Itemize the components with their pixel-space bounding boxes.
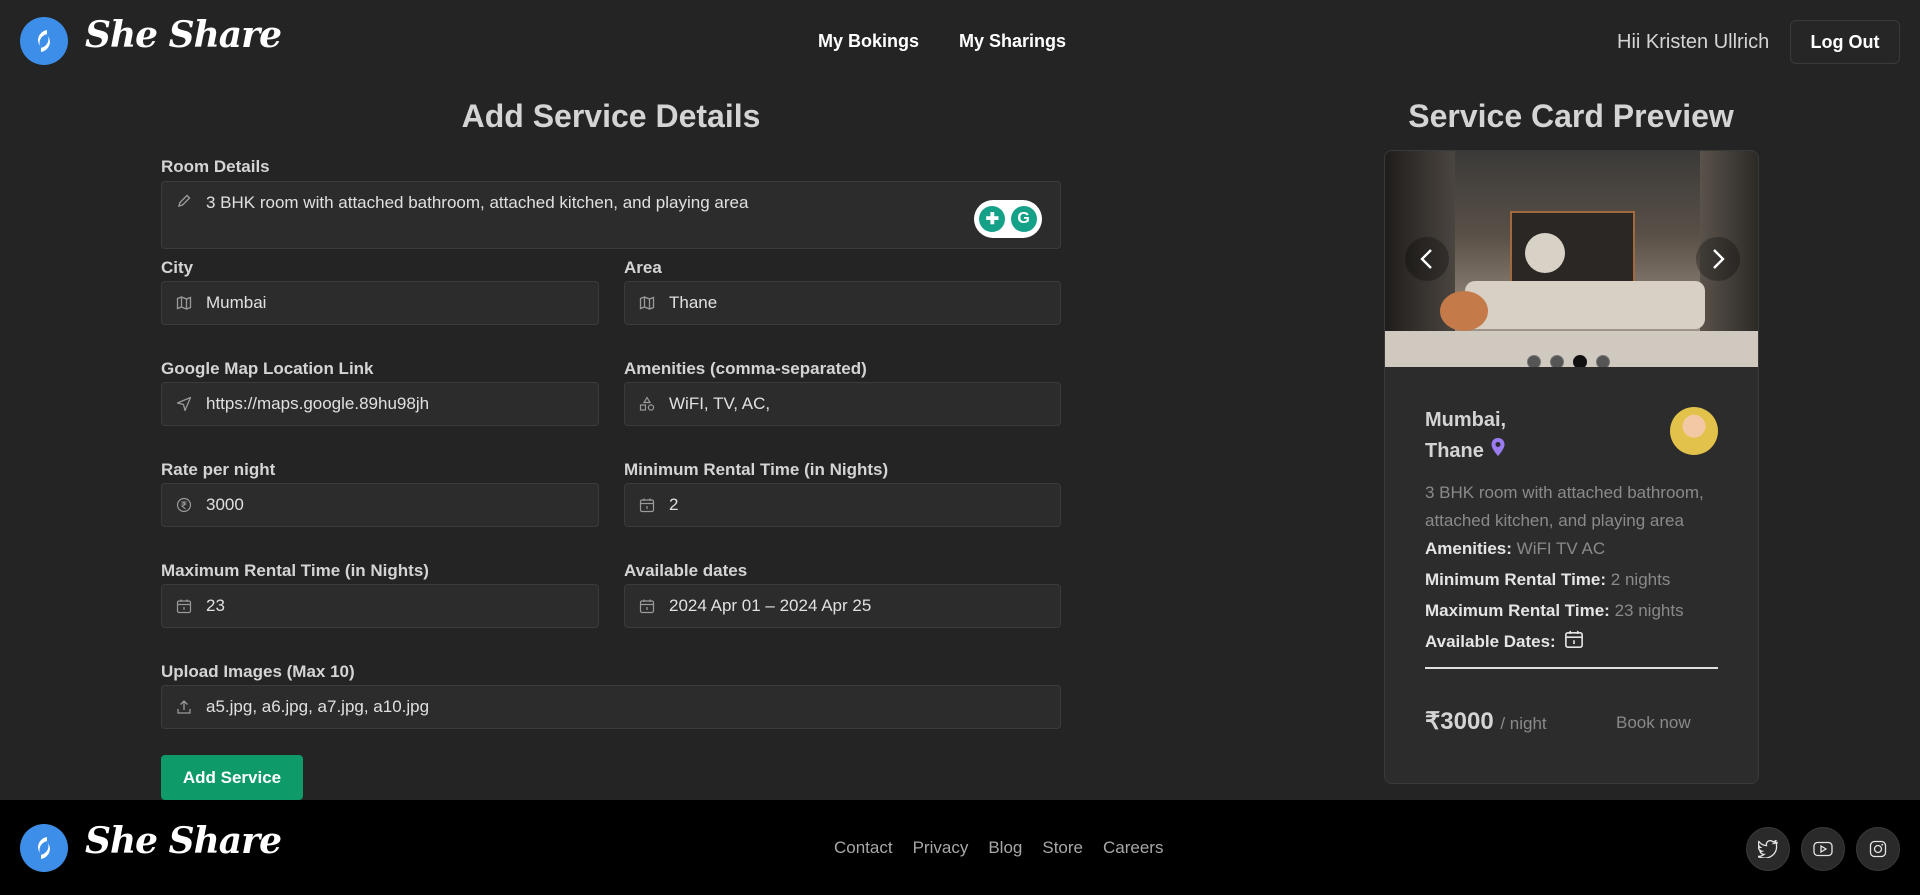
location-pin-icon [1490,436,1506,467]
bulb-icon[interactable]: ✚ [979,206,1006,232]
chevron-right-icon[interactable] [1696,237,1740,281]
max-rental-value: 23 [206,596,225,615]
youtube-icon[interactable] [1801,827,1845,871]
carousel-dot[interactable] [1550,355,1564,367]
nav-my-bookings[interactable]: My Bokings [818,31,919,52]
card-min-rental: Minimum Rental Time: 2 nights [1425,570,1671,589]
card-description: 3 BHK room with attached bathroom, attac… [1425,483,1704,530]
preview-title: Service Card Preview [1408,98,1734,134]
room-details-label: Room Details [161,157,270,176]
max-rental-field[interactable]: 23 [161,584,599,628]
main-nav: My Bokings My Sharings [818,31,1066,52]
card-area: Thane [1425,440,1484,462]
amenities-field[interactable]: WiFI, TV, AC, [624,382,1061,426]
images-label: Upload Images (Max 10) [161,662,355,681]
footer-link-careers[interactable]: Careers [1103,838,1163,858]
footer-links: Contact Privacy Blog Store Careers [834,838,1163,858]
footer: She Share Contact Privacy Blog Store Car… [0,800,1920,895]
amenities-label: Amenities (comma-separated) [624,359,867,378]
room-image [1385,151,1758,367]
room-details-value: 3 BHK room with attached bathroom, attac… [206,193,749,212]
city-value: Mumbai [206,293,267,312]
card-location: Mumbai, Thane [1425,405,1506,467]
dates-field[interactable]: 2024 Apr 01 – 2024 Apr 25 [624,584,1061,628]
rupee-icon [176,497,192,513]
header: She Share My Bokings My Sharings Hii Kri… [0,0,1920,84]
logo-icon[interactable] [20,17,68,65]
grammarly-widget[interactable]: ✚ G [974,200,1042,238]
city-field[interactable]: Mumbai [161,281,599,325]
logo-icon[interactable] [20,824,68,872]
card-divider [1425,667,1718,669]
map-link-value: https://maps.google.89hu98jh [206,394,430,413]
calendar-icon [639,598,655,614]
carousel-dot[interactable] [1527,355,1541,367]
map-icon [639,295,655,311]
area-field[interactable]: Thane [624,281,1061,325]
footer-link-store[interactable]: Store [1042,838,1083,858]
footer-link-privacy[interactable]: Privacy [913,838,969,858]
rate-label: Rate per night [161,460,276,479]
images-value: a5.jpg, a6.jpg, a7.jpg, a10.jpg [206,697,430,716]
map-icon [176,295,192,311]
dates-value: 2024 Apr 01 – 2024 Apr 25 [669,596,872,615]
amenities-value: WiFI, TV, AC, [669,394,771,413]
map-link-field[interactable]: https://maps.google.89hu98jh [161,382,599,426]
form-title: Add Service Details [461,98,761,134]
room-details-field[interactable]: 3 BHK room with attached bathroom, attac… [161,181,1061,249]
carousel-dots [1527,355,1610,367]
city-label: City [161,258,194,277]
min-rental-field[interactable]: 2 [624,483,1061,527]
carousel-dot[interactable] [1596,355,1610,367]
grammarly-icon[interactable]: G [1010,206,1037,232]
user-greeting: Hii Kristen Ullrich [1617,31,1770,53]
card-price: ₹3000 / night [1425,708,1547,735]
footer-link-contact[interactable]: Contact [834,838,893,858]
shapes-icon [639,396,655,412]
twitter-icon[interactable] [1746,827,1790,871]
send-icon [176,396,192,412]
book-now-button[interactable]: Book now [1616,713,1691,733]
instagram-icon[interactable] [1856,827,1900,871]
logout-button[interactable]: Log Out [1790,20,1900,64]
area-value: Thane [669,293,718,312]
add-service-button[interactable]: Add Service [161,755,303,800]
carousel-dot[interactable] [1573,355,1587,367]
card-city: Mumbai, [1425,409,1507,431]
nav-my-sharings[interactable]: My Sharings [959,31,1066,52]
area-label: Area [624,258,662,277]
min-rental-label: Minimum Rental Time (in Nights) [624,460,889,479]
footer-link-blog[interactable]: Blog [988,838,1022,858]
host-avatar[interactable] [1670,407,1718,455]
card-max-rental: Maximum Rental Time: 23 nights [1425,601,1684,620]
brand-name[interactable]: She Share [85,14,282,56]
upload-icon [176,699,192,715]
rate-field[interactable]: 3000 [161,483,599,527]
min-rental-value: 2 [669,495,679,514]
map-link-label: Google Map Location Link [161,359,374,378]
pencil-icon [176,193,192,209]
rate-value: 3000 [206,495,244,514]
dates-label: Available dates [624,561,748,580]
calendar-icon [639,497,655,513]
calendar-icon[interactable] [1564,629,1584,654]
calendar-icon [176,598,192,614]
images-field[interactable]: a5.jpg, a6.jpg, a7.jpg, a10.jpg [161,685,1061,729]
brand-name[interactable]: She Share [85,820,282,862]
service-card: Mumbai, Thane 3 BHK room with attached b… [1384,150,1759,784]
max-rental-label: Maximum Rental Time (in Nights) [161,561,429,580]
card-amenities: Amenities: WiFI TV AC [1425,539,1606,558]
chevron-left-icon[interactable] [1405,237,1449,281]
card-available-dates: Available Dates: [1425,629,1584,654]
